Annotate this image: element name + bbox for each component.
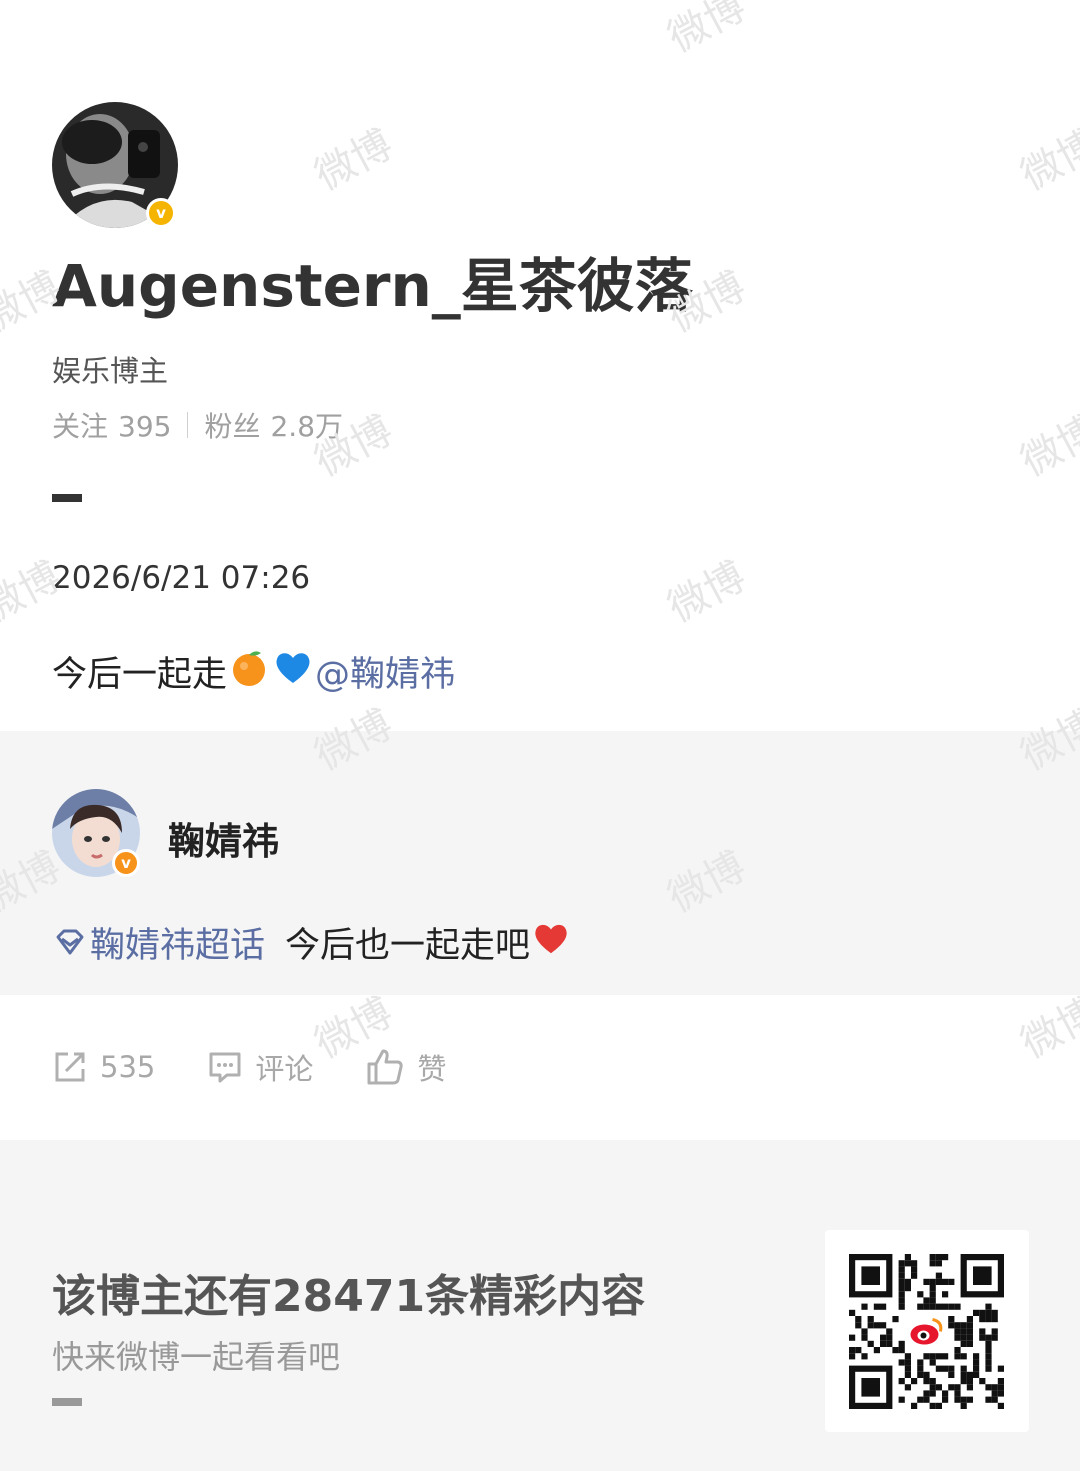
comment-button[interactable]: 评论 [207, 1046, 313, 1088]
quoted-post-body: 鞠婧祎超话 今后也一起走吧 [52, 917, 572, 968]
app-promo-footer: 该博主还有28471条精彩内容 快来微博一起看看吧 [0, 1140, 1080, 1471]
watermark: 微博 [1013, 407, 1080, 486]
watermark: 微博 [660, 553, 753, 632]
comment-icon [209, 1052, 241, 1083]
repost-icon [55, 1052, 85, 1082]
username[interactable]: Augenstern_星茶彼落 [52, 252, 693, 320]
like-label: 赞 [417, 1052, 447, 1086]
section-divider [52, 1398, 82, 1406]
section-divider [52, 494, 82, 502]
post-text: 今后一起走 [52, 655, 228, 695]
red-heart-emoji-icon [532, 919, 570, 966]
mention-link[interactable]: @鞠婧祎 [315, 646, 455, 697]
followers-label: 粉丝 [204, 410, 261, 443]
qr-code-image [849, 1254, 1004, 1409]
promo-subtitle: 快来微博一起看看吧 [52, 1338, 341, 1376]
quoted-post-text: 今后也一起走吧 [285, 926, 531, 966]
blue-heart-emoji-icon [273, 647, 313, 696]
qr-code[interactable] [825, 1230, 1029, 1432]
diamond-icon [56, 929, 84, 954]
following-count: 395 [118, 410, 172, 443]
watermark: 微博 [307, 121, 400, 200]
promo-title: 该博主还有28471条精彩内容 [52, 1271, 646, 1322]
author-avatar[interactable]: v [52, 102, 178, 228]
follow-stats: 关注 395 粉丝 2.8万 [52, 405, 343, 445]
post-timestamp: 2026/6/21 07:26 [52, 560, 311, 596]
stat-divider [187, 412, 189, 438]
watermark: 微博 [1013, 121, 1080, 200]
thumbs-up-icon [367, 1049, 404, 1085]
watermark: 微博 [660, 0, 753, 62]
following-stat[interactable]: 关注 395 [52, 405, 171, 445]
repost-count: 535 [100, 1050, 156, 1084]
quoted-author-avatar[interactable]: v [52, 789, 140, 877]
quoted-author-name[interactable]: 鞠婧祎 [168, 811, 279, 865]
action-bar: 535 评论 赞 [52, 1046, 498, 1088]
verified-badge-icon: v [146, 198, 176, 228]
blogger-type-label: 娱乐博主 [52, 354, 169, 388]
verified-badge-icon: v [112, 849, 140, 877]
followers-stat[interactable]: 粉丝 2.8万 [204, 405, 343, 445]
like-button[interactable]: 赞 [365, 1046, 446, 1088]
post-body: 今后一起走 @鞠婧祎 [52, 646, 455, 697]
repost-button[interactable]: 535 [52, 1049, 155, 1085]
following-label: 关注 [52, 410, 109, 443]
followers-count: 2.8万 [270, 410, 344, 443]
super-topic-link[interactable]: 鞠婧祎超话 [52, 917, 265, 968]
quoted-post-card[interactable]: v 鞠婧祎 鞠婧祎超话 今后也一起走吧 [0, 731, 1080, 995]
super-topic-label: 鞠婧祎超话 [90, 926, 266, 966]
comment-label: 评论 [255, 1052, 314, 1086]
tangerine-emoji-icon [229, 647, 269, 696]
